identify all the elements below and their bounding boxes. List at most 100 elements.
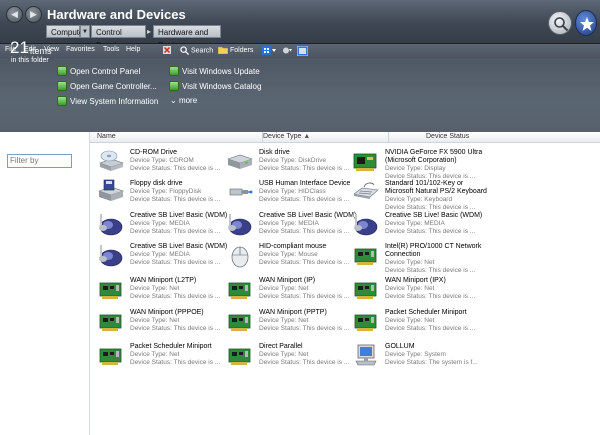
device-item[interactable]: Packet Scheduler Miniport Device Type: Ne… [97, 341, 225, 371]
device-status: Device Status: The system is f... [385, 359, 478, 366]
device-type: Device Type: Net [259, 317, 309, 324]
device-item[interactable]: Creative SB Live! Basic (WDM) Device Type… [97, 241, 227, 271]
network-card-icon [97, 341, 125, 369]
device-item[interactable]: NVIDIA GeForce FX 5900 Ultra (Microsoft C… [352, 147, 482, 180]
device-item[interactable]: Creative SB Live! Basic (WDM) Device Type… [352, 210, 482, 240]
device-item[interactable]: GOLLUM Device Type: System Device Status: … [352, 341, 480, 371]
task-open-game-controller[interactable]: Open Game Controller... [57, 81, 157, 93]
device-status: Device Status: This device is ... [130, 196, 221, 203]
task-view-system-information[interactable]: View System Information [57, 96, 158, 108]
item-count: 21 [10, 38, 29, 57]
search-button[interactable] [548, 11, 572, 35]
stop-icon[interactable] [163, 46, 173, 54]
device-item[interactable]: Packet Scheduler Miniport Device Type: Ne… [352, 307, 480, 337]
device-item[interactable]: WAN Miniport (IP) Device Type: Net Device … [226, 275, 354, 305]
title-bar: ◀ ▶ Hardware and Devices Computer ▼ Cont… [0, 0, 600, 50]
cdrom-icon [97, 147, 125, 175]
device-list: CD-ROM Drive Device Type: CDROM Device Sta… [90, 143, 600, 435]
toolbar-folders-button[interactable]: Folders [218, 46, 253, 54]
computer-icon [352, 341, 380, 369]
device-name: NVIDIA GeForce FX 5900 Ultra [385, 149, 483, 156]
filter-input[interactable]: Filter by [7, 154, 72, 168]
device-item[interactable]: WAN Miniport (PPPOE) Device Type: Net Devi… [97, 307, 225, 337]
windows-catalog-icon [169, 81, 179, 91]
device-item[interactable]: WAN Miniport (PPTP) Device Type: Net Devic… [226, 307, 354, 337]
views-button[interactable] [262, 46, 278, 55]
device-name: Microsoft Natural PS/2 Keyboard [385, 188, 487, 195]
address-segment-hardware[interactable]: Hardware and Devices [153, 25, 221, 50]
device-item[interactable]: Creative SB Live! Basic (WDM) Device Type… [97, 210, 227, 240]
device-status: Device Status: This device is ... [259, 165, 350, 172]
device-status: Device Status: This device is ... [385, 325, 476, 332]
keyboard-icon [352, 178, 380, 206]
menu-favorites[interactable]: Favorites [66, 46, 95, 53]
mouse-icon [226, 241, 254, 269]
device-name: Creative SB Live! Basic (WDM) [385, 212, 483, 219]
device-status: Device Status: This device is ... [130, 325, 221, 332]
device-type: Device Type: DiskDrive [259, 157, 327, 164]
device-item[interactable]: Intel(R) PRO/1000 CT Network Connection De… [352, 241, 481, 274]
dot-icon[interactable] [282, 46, 294, 55]
preview-pane-icon[interactable] [297, 46, 310, 56]
network-card-icon [352, 275, 380, 303]
task-more-link[interactable]: ⌄ more [170, 96, 197, 105]
device-type: Device Type: Display [385, 165, 446, 172]
device-status: Device Status: This device is ... [259, 259, 350, 266]
task-visit-windows-catalog[interactable]: Visit Windows Catalog [169, 81, 261, 93]
address-segment-control-panel[interactable]: Control Panel [91, 25, 146, 50]
device-type: Device Type: System [385, 351, 446, 358]
device-status: Device Status: This device is ... [130, 165, 221, 172]
menu-help[interactable]: Help [126, 46, 140, 53]
device-status: Device Status: This device is ... [130, 359, 221, 366]
toolbar-search-button[interactable]: Search [180, 46, 213, 55]
device-name: (Microsoft Corporation) [385, 157, 457, 164]
address-dropdown[interactable]: ▼ [80, 25, 90, 38]
device-type: Device Type: Net [259, 285, 309, 292]
device-name: Standard 101/102-Key or [385, 180, 464, 187]
device-name: Connection [385, 251, 421, 258]
device-item[interactable]: Disk drive Device Type: DiskDrive Device S… [226, 147, 354, 177]
device-status: Device Status: This device is ... [259, 228, 350, 235]
device-status: Device Status: This device is ... [259, 325, 350, 332]
device-item[interactable]: WAN Miniport (L2TP) Device Type: Net Devic… [97, 275, 225, 305]
address-segment-computer[interactable]: Computer [46, 25, 86, 38]
menu-tools[interactable]: Tools [103, 46, 119, 53]
device-item[interactable]: HID-compliant mouse Device Type: Mouse Dev… [226, 241, 354, 271]
column-separator[interactable] [388, 132, 389, 143]
device-item[interactable]: WAN Miniport (IPX) Device Type: Net Device… [352, 275, 480, 305]
network-card-icon [226, 341, 254, 369]
device-status: Device Status: This device is ... [385, 293, 476, 300]
device-type: Device Type: CDROM [130, 157, 194, 164]
device-type: Device Type: Net [385, 317, 435, 324]
device-type: Device Type: Mouse [259, 251, 318, 258]
column-device-status[interactable]: Device Status [426, 133, 469, 140]
favorites-button[interactable] [575, 10, 597, 36]
column-name[interactable]: Name [97, 133, 116, 140]
device-item[interactable]: CD-ROM Drive Device Type: CDROM Device Sta… [97, 147, 225, 177]
forward-button[interactable]: ▶ [25, 6, 42, 23]
device-item[interactable]: Standard 101/102-Key or Microsoft Natural… [352, 178, 487, 211]
device-status: Device Status: This device is ... [130, 228, 221, 235]
folder-icon [218, 46, 228, 54]
control-panel-icon [57, 66, 67, 76]
back-button[interactable]: ◀ [6, 6, 23, 23]
toolbar-search-label: Search [191, 47, 214, 55]
device-item[interactable]: USB Human Interface Device Device Type: H… [226, 178, 354, 208]
menu-bar: File Edit View Favorites Tools Help Sear… [0, 44, 600, 58]
device-item[interactable]: Creative SB Live! Basic (WDM) Device Type… [226, 210, 356, 240]
device-name: Packet Scheduler Miniport [385, 309, 467, 316]
device-type: Device Type: MEDIA [130, 220, 190, 227]
column-header: Name Device Type ▲ Device Status [90, 132, 600, 143]
network-card-icon [352, 307, 380, 335]
device-name: GOLLUM [385, 343, 415, 350]
column-device-type[interactable]: Device Type ▲ [263, 133, 310, 140]
device-name: Intel(R) PRO/1000 CT Network [385, 243, 482, 250]
star-icon [580, 17, 594, 31]
device-item[interactable]: Floppy disk drive Device Type: FloppyDisk… [97, 178, 225, 208]
task-open-control-panel[interactable]: Open Control Panel [57, 66, 140, 78]
device-name: WAN Miniport (IPX) [385, 277, 446, 284]
task-visit-windows-update[interactable]: Visit Windows Update [169, 66, 260, 78]
device-status: Device Status: This device is ... [259, 359, 350, 366]
device-item[interactable]: Direct Parallel Device Type: Net Device St… [226, 341, 354, 371]
device-type: Device Type: Net [259, 351, 309, 358]
